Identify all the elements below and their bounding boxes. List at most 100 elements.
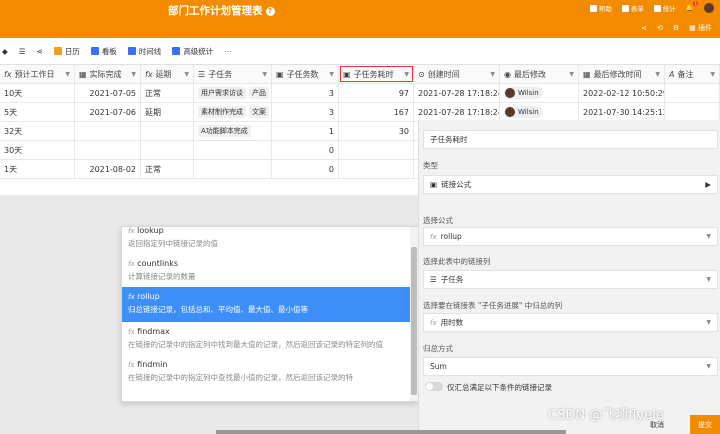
rollup-method-label: 归总方式 — [423, 344, 453, 353]
paint-icon[interactable]: ◆ — [2, 47, 8, 56]
cell-subtask-time[interactable]: 167 — [339, 103, 414, 121]
top-links: 帮助 表单 统计 🔔 1 — [589, 1, 714, 13]
top-bar: 部门工作计划管理表? 帮助 表单 统计 🔔 1 ⋖ ⟲ ⚙ ▦ 插件 — [0, 0, 720, 38]
cell-subtask-time[interactable] — [339, 141, 414, 159]
cell-subtask-time[interactable]: 30 — [339, 122, 414, 140]
dropdown-scrollbar[interactable] — [410, 227, 418, 401]
cell-delay[interactable]: 延期 — [141, 103, 194, 121]
settings-icon[interactable]: ⚙ — [673, 24, 679, 32]
subtask-tag: 文案 — [249, 106, 269, 118]
avatar — [505, 88, 515, 98]
timeline-view-button[interactable]: 时间线 — [127, 46, 161, 57]
stats-link[interactable]: 统计 — [653, 3, 676, 13]
cell-delay[interactable] — [141, 122, 194, 140]
formula-option-countlinks[interactable]: fx countlinks 计算链接记录的数量 — [122, 254, 418, 287]
plugin-icon: ▦ — [689, 24, 696, 32]
cell-last-modified-by[interactable]: Wilsin — [500, 103, 579, 121]
history-icon[interactable]: ⟲ — [657, 24, 663, 32]
formula-option-rollup[interactable]: fx rollup 归总链接记录，包括总和、平均值、最大值、最小值等 — [122, 287, 418, 322]
col-header-subtasks[interactable]: ☰ 子任务 ▼ — [194, 65, 272, 83]
cell-last-modified-time[interactable]: 2022-02-12 10:50:29 — [579, 84, 665, 102]
form-link[interactable]: 表单 — [621, 3, 644, 13]
cell-subtasks[interactable]: 素材制作完成 文案 — [194, 103, 272, 121]
cell-subtask-count[interactable]: 0 — [272, 141, 339, 159]
horizontal-scrollbar[interactable] — [216, 430, 566, 434]
col-header-last-modified-by[interactable]: ◉ 最后修改 ▼ — [500, 65, 579, 83]
help-link[interactable]: 帮助 — [589, 3, 612, 13]
col-header-subtask-time[interactable]: ▣ 子任务耗时 ▼ — [339, 65, 414, 83]
col-header-created-time[interactable]: ⊙ 创建时间 ▼ — [414, 65, 500, 83]
table-row[interactable]: 10天 2021-07-05 正常 用户需求访谈 产品 3 97 2021-07-… — [0, 84, 720, 103]
field-name-input[interactable]: 子任务耗时 — [423, 130, 718, 149]
cell-estimated-days[interactable]: 5天 — [0, 103, 75, 121]
cell-subtask-time[interactable] — [339, 160, 414, 178]
cell-delay[interactable] — [141, 141, 194, 159]
title-help-icon[interactable]: ? — [265, 7, 275, 16]
cell-actual-done[interactable]: 2021-07-05 — [75, 84, 141, 102]
calendar-view-button[interactable]: 日历 — [53, 46, 80, 57]
cell-estimated-days[interactable]: 1天 — [0, 160, 75, 178]
col-header-last-modified-time[interactable]: ▦ 最后修改时间 ▼ — [579, 65, 665, 83]
app-title: 部门工作计划管理表? — [168, 3, 275, 18]
cell-actual-done[interactable]: 2021-08-02 — [75, 160, 141, 178]
cell-estimated-days[interactable]: 10天 — [0, 84, 75, 102]
col-header-notes[interactable]: A 备注 ▼ — [665, 65, 720, 83]
cell-estimated-days[interactable]: 30天 — [0, 141, 75, 159]
chevron-down-icon: ▼ — [706, 276, 711, 283]
rollup-method-select[interactable]: Sum ▼ — [423, 357, 718, 376]
scroll-thumb[interactable] — [411, 247, 417, 395]
cell-subtask-count[interactable]: 1 — [272, 122, 339, 140]
formula-option-findmin[interactable]: fx findmin 在链接的记录中的指定列中查找最小值的记录，然后返回该记录的… — [122, 355, 418, 388]
more-icon[interactable]: ⋯ — [224, 47, 232, 56]
cell-subtasks[interactable]: A功能脚本完成 — [194, 122, 272, 140]
link-formula-icon: ▣ — [430, 180, 438, 189]
kanban-view-button[interactable]: 看板 — [90, 46, 117, 57]
fx-icon: fx — [128, 361, 135, 369]
filter-toggle[interactable] — [425, 382, 443, 391]
cell-estimated-days[interactable]: 32天 — [0, 122, 75, 140]
cell-delay[interactable]: 正常 — [141, 160, 194, 178]
formula-select[interactable]: fx rollup ▼ — [423, 227, 718, 246]
formula-dropdown: fx lookup 返回指定列中链接记录的值 fx countlinks 计算链… — [121, 226, 419, 402]
type-select[interactable]: ▣ 链接公式 ▶ — [423, 175, 718, 194]
link-column-select[interactable]: ☰ 子任务 ▼ — [423, 270, 718, 289]
formula-option-lookup[interactable]: fx lookup 返回指定列中链接记录的值 — [122, 227, 418, 254]
cell-last-modified-by[interactable]: Wilsin — [500, 84, 579, 102]
cell-created-time[interactable]: 2021-07-28 17:18:24 — [414, 84, 500, 102]
submit-button[interactable]: 提交 — [690, 415, 720, 434]
cell-subtask-count[interactable]: 3 — [272, 103, 339, 121]
col-header-actual-done[interactable]: ▦ 实际完成 ▼ — [75, 65, 141, 83]
cell-last-modified-time[interactable]: 2021-07-30 14:25:12 — [579, 103, 665, 121]
formula-option-findmax[interactable]: fx findmax 在链接的记录中的指定列中找到最大值的记录，然后返回该记录的… — [122, 322, 418, 355]
cell-notes[interactable] — [665, 84, 720, 102]
view-toolbar: ◆ ☰ ⋖ 日历 看板 时间线 高级统计 ⋯ — [0, 40, 720, 62]
cell-actual-done[interactable] — [75, 141, 141, 159]
cell-subtasks[interactable] — [194, 141, 272, 159]
cell-subtasks[interactable] — [194, 160, 272, 178]
cell-subtask-time[interactable]: 97 — [339, 84, 414, 102]
notification-bell[interactable]: 🔔 1 — [686, 1, 698, 12]
share-icon[interactable]: ⋖ — [641, 24, 647, 32]
cancel-button[interactable]: 取消 — [650, 420, 664, 430]
cell-subtask-count[interactable]: 0 — [272, 160, 339, 178]
col-header-subtask-count[interactable]: ▣ 子任务数 ▼ — [272, 65, 339, 83]
cell-subtasks[interactable]: 用户需求访谈 产品 — [194, 84, 272, 102]
advanced-stats-button[interactable]: 高级统计 — [172, 46, 213, 57]
cell-created-time[interactable]: 2021-07-28 17:18:24 — [414, 103, 500, 121]
cell-actual-done[interactable] — [75, 122, 141, 140]
cell-subtask-count[interactable]: 3 — [272, 84, 339, 102]
cell-delay[interactable]: 正常 — [141, 84, 194, 102]
user-avatar[interactable] — [704, 3, 714, 13]
fx-icon: fx — [128, 260, 135, 268]
notification-count: 1 — [693, 1, 698, 6]
cell-notes[interactable] — [665, 103, 720, 121]
col-header-estimated-days[interactable]: fx 预计工作日 ▼ — [0, 65, 75, 83]
rollup-column-select[interactable]: fx 用时数 ▼ — [423, 313, 718, 332]
share-view-icon[interactable]: ⋖ — [37, 47, 43, 56]
plugin-link[interactable]: ▦ 插件 — [689, 23, 712, 33]
filter-icon[interactable]: ☰ — [19, 47, 26, 56]
form-icon — [621, 5, 629, 12]
header-row: fx 预计工作日 ▼ ▦ 实际完成 ▼ fx 延期 ▼ ☰ 子任务 ▼ ▣ 子任务数 ▼ ▣ 子任务耗… — [0, 64, 720, 84]
cell-actual-done[interactable]: 2021-07-06 — [75, 103, 141, 121]
col-header-delay[interactable]: fx 延期 ▼ — [141, 65, 194, 83]
